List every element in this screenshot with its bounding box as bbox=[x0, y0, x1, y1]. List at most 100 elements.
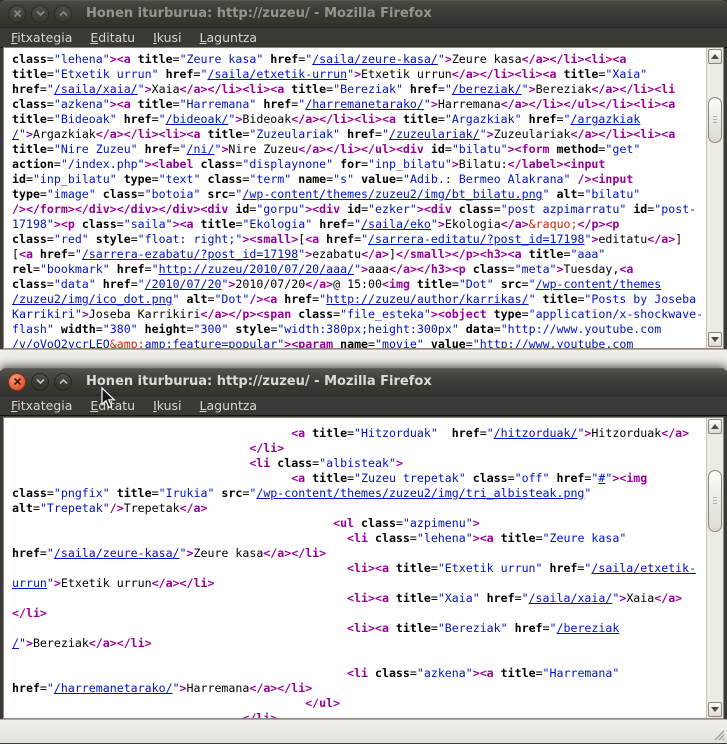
maximize-button[interactable] bbox=[54, 373, 72, 391]
source-link[interactable]: urrun bbox=[12, 576, 47, 590]
scroll-up-button[interactable] bbox=[708, 419, 722, 434]
source-line: <a title="Hitzorduak" href="/hitzorduak/… bbox=[12, 426, 706, 441]
source-line: class="red" style="float: right;"><small… bbox=[12, 232, 706, 247]
menu-item-ikusi[interactable]: Ikusi bbox=[144, 29, 190, 46]
menu-item-fitxategia[interactable]: Fitxategia bbox=[2, 29, 81, 46]
source-link[interactable]: /wp-content/themes/zuzeu2/img/tri_albist… bbox=[256, 486, 584, 500]
source-view[interactable]: <a title="Hitzorduak" href="/hitzorduak/… bbox=[3, 417, 724, 719]
arrow-down-icon bbox=[711, 337, 719, 342]
source-line: id="inp_bilatu" type="text" class="term"… bbox=[12, 172, 706, 187]
window-title: Honen iturburua: http://zuzeu/ - Mozilla… bbox=[86, 374, 432, 389]
menu-item-laguntza[interactable]: Laguntza bbox=[191, 29, 267, 46]
source-link[interactable]: /hitzorduak/ bbox=[494, 426, 578, 440]
close-button[interactable] bbox=[8, 373, 26, 391]
source-line: rel="bookmark" href="http://zuzeu/2010/0… bbox=[12, 262, 706, 277]
scroll-down-button[interactable] bbox=[708, 332, 722, 347]
source-line: /">Argazkiak</a></li><li><a title="Zuzeu… bbox=[12, 127, 706, 142]
titlebar[interactable]: Honen iturburua: http://zuzeu/ - Mozilla… bbox=[0, 0, 727, 28]
source-link[interactable]: /bereziak bbox=[557, 621, 620, 635]
source-line: href="/saila/zeure-kasa/">Zeure kasa</a>… bbox=[12, 546, 706, 561]
maximize-icon bbox=[59, 10, 68, 17]
source-line: class="pngfix" title="Irukia" src="/wp-c… bbox=[12, 486, 706, 501]
source-link[interactable]: /zuzeulariak/ bbox=[389, 127, 480, 141]
source-line: <li><a title="Etxetik urrun" href="/sail… bbox=[12, 561, 706, 576]
source-line: href="/saila/xaia/">Xaia</a></li><li><a … bbox=[12, 82, 706, 97]
source-code: class="lehena"><a title="Zeure kasa" hre… bbox=[4, 48, 706, 348]
vertical-scrollbar[interactable] bbox=[706, 48, 723, 348]
source-line: class="lehena"><a title="Zeure kasa" hre… bbox=[12, 52, 706, 67]
source-line: /zuzeu2/img/ico_dot.png" alt="Dot"/><a h… bbox=[12, 292, 706, 307]
vertical-scrollbar[interactable] bbox=[706, 418, 723, 718]
source-line: alt="Trepetak"/>Trepetak</a> bbox=[12, 501, 706, 516]
source-link[interactable]: /saila/etxetik-urrun bbox=[207, 67, 347, 81]
source-link[interactable]: http://zuzeu/author/karrikas/ bbox=[326, 292, 528, 306]
resize-grip[interactable] bbox=[712, 728, 725, 741]
source-line: 17198"><p class="saila"><a title="Ekolog… bbox=[12, 217, 706, 232]
source-line: title="Nire Zuzeu" href="/ni/">Nire Zuze… bbox=[12, 142, 706, 157]
source-link[interactable]: /zuzeu2/img/ico_dot.png bbox=[12, 292, 173, 306]
source-link[interactable]: /ni/ bbox=[187, 142, 215, 156]
source-line: <li><a title="Xaia" href="/saila/xaia/">… bbox=[12, 591, 706, 606]
source-link[interactable]: http://zuzeu/2010/07/20/aaa/ bbox=[159, 262, 354, 276]
source-link[interactable]: /sarrera-ezabatu/?post_id=17198 bbox=[82, 247, 298, 261]
source-link[interactable]: /harremanetarako/ bbox=[305, 97, 424, 111]
source-link[interactable]: / bbox=[12, 127, 19, 141]
source-link[interactable]: /bereziak/ bbox=[452, 82, 522, 96]
view-source-window-front: Honen iturburua: http://zuzeu/ - Mozilla… bbox=[0, 368, 727, 744]
titlebar[interactable]: Honen iturburua: http://zuzeu/ - Mozilla… bbox=[0, 368, 727, 396]
source-link[interactable]: /saila/eko bbox=[361, 217, 431, 231]
source-line: /></form></div></div></div><div id="gorp… bbox=[12, 202, 706, 217]
source-code: <a title="Hitzorduak" href="/hitzorduak/… bbox=[4, 418, 706, 718]
source-link[interactable]: /2010/07/20 bbox=[145, 277, 222, 291]
close-icon bbox=[13, 377, 22, 386]
source-link[interactable]: /harremanetarako/ bbox=[54, 681, 173, 695]
source-line: /">Bereziak</a></li> bbox=[12, 636, 706, 651]
source-view[interactable]: class="lehena"><a title="Zeure kasa" hre… bbox=[3, 47, 724, 349]
source-link[interactable]: /argazkiak bbox=[571, 112, 641, 126]
arrow-down-icon bbox=[711, 707, 719, 712]
source-line: <a title="Zuzeu trepetak" class="off" hr… bbox=[12, 471, 706, 486]
source-link[interactable]: /sarrera-editatu/?post_id=17198 bbox=[368, 232, 584, 246]
source-line: class="azkena"><a title="Harremana" href… bbox=[12, 97, 706, 112]
menu-item-editatu[interactable]: Editatu bbox=[81, 397, 144, 414]
menu-item-ikusi[interactable]: Ikusi bbox=[144, 397, 190, 414]
scrollbar-thumb[interactable] bbox=[708, 97, 722, 143]
arrow-up-icon bbox=[711, 424, 719, 429]
source-link[interactable]: / bbox=[12, 636, 19, 650]
source-line: flash" width="380" height="300" style="w… bbox=[12, 322, 706, 337]
source-line: href="/harremanetarako/">Harremana</a></… bbox=[12, 681, 706, 696]
source-link[interactable]: /saila/xaia/ bbox=[529, 591, 613, 605]
source-line: /v/oVoO2ycrLEO&amp;amp;feature=popular">… bbox=[12, 337, 706, 348]
source-line: class="data" href="/2010/07/20">2010/07/… bbox=[12, 277, 706, 292]
source-link[interactable]: /saila/zeure-kasa/ bbox=[54, 546, 180, 560]
source-line: </li> bbox=[12, 606, 706, 621]
source-line: </ul> bbox=[12, 696, 706, 711]
window-controls bbox=[8, 5, 72, 23]
menu-item-laguntza[interactable]: Laguntza bbox=[191, 397, 267, 414]
scrollbar-thumb[interactable] bbox=[708, 470, 722, 532]
close-button[interactable] bbox=[8, 5, 26, 23]
scroll-up-button[interactable] bbox=[708, 49, 722, 64]
menu-bar: FitxategiaEditatuIkusiLaguntza bbox=[0, 396, 727, 416]
arrow-up-icon bbox=[711, 54, 719, 59]
source-line: urrun">Etxetik urrun</a></li> bbox=[12, 576, 706, 591]
source-line: <li><a title="Bereziak" href="/bereziak bbox=[12, 621, 706, 636]
minimize-button[interactable] bbox=[31, 373, 49, 391]
minimize-button[interactable] bbox=[31, 5, 49, 23]
source-line: title="Etxetik urrun" href="/saila/etxet… bbox=[12, 67, 706, 82]
maximize-button[interactable] bbox=[54, 5, 72, 23]
window-controls bbox=[8, 373, 72, 391]
thumb-grip-icon bbox=[713, 497, 717, 505]
close-icon bbox=[13, 9, 22, 18]
source-link[interactable]: /wp-content/themes/zuzeu2/img/bt_bilatu.… bbox=[242, 187, 542, 201]
scroll-down-button[interactable] bbox=[708, 702, 722, 717]
source-line bbox=[12, 651, 706, 666]
source-link[interactable]: /saila/etxetik- bbox=[591, 561, 696, 575]
source-link[interactable]: /saila/xaia/ bbox=[54, 82, 138, 96]
source-link[interactable]: /bideoak/ bbox=[166, 112, 229, 126]
maximize-icon bbox=[59, 378, 68, 385]
source-link[interactable]: /saila/zeure-kasa/ bbox=[312, 52, 438, 66]
menu-item-editatu[interactable]: Editatu bbox=[81, 29, 144, 46]
menu-item-fitxategia[interactable]: Fitxategia bbox=[2, 397, 81, 414]
source-link[interactable]: /wp-content/themes bbox=[536, 277, 662, 291]
